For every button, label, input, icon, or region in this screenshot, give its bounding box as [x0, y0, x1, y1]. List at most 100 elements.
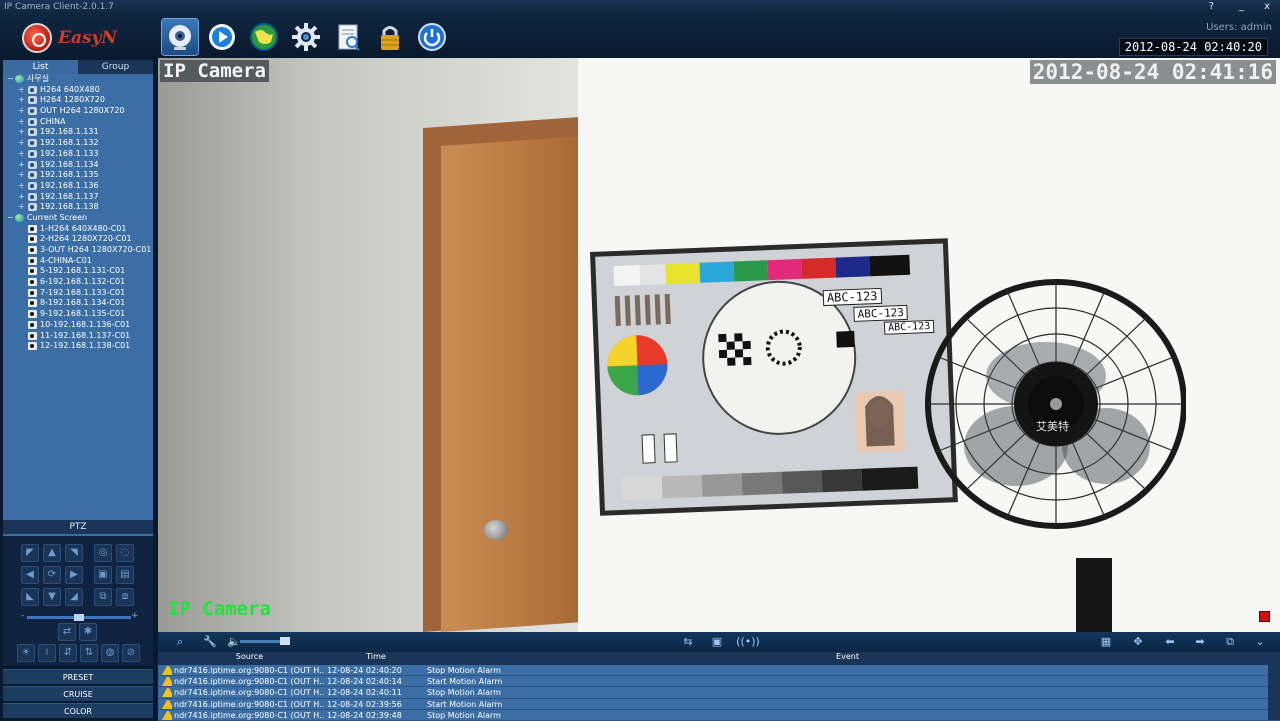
ptz-speed-slider[interactable]: [27, 614, 131, 621]
wrench-icon[interactable]: 🔧: [198, 634, 222, 650]
snapshot-icon[interactable]: ▣: [705, 634, 729, 650]
event-row[interactable]: ndr7416.iptime.org:9080-C1 (OUT H... 12-0…: [158, 687, 1280, 699]
expand-toggle-icon[interactable]: +: [18, 106, 25, 117]
layout-grid-icon[interactable]: ▦: [1094, 634, 1118, 650]
mirror-button[interactable]: ⇅: [80, 644, 98, 662]
iris-open-button[interactable]: ⧉: [94, 588, 112, 606]
tree-channel-item[interactable]: 5-192.168.1.131-C01: [3, 266, 153, 277]
tree-device-item[interactable]: +192.168.1.131: [3, 127, 153, 138]
tree-channel-item[interactable]: 12-192.168.1.138-C01: [3, 341, 153, 352]
zoom-in-button[interactable]: ◎: [94, 544, 112, 562]
tree-device-item[interactable]: + CHINA: [3, 117, 153, 128]
tree-device-item[interactable]: +192.168.1.134: [3, 160, 153, 171]
ptz-down-right-button[interactable]: ◢: [65, 588, 83, 606]
ptz-up-button[interactable]: ▲: [43, 544, 61, 562]
expand-toggle-icon[interactable]: +: [18, 85, 25, 96]
expand-toggle-icon[interactable]: +: [18, 181, 25, 192]
event-row[interactable]: ndr7416.iptime.org:9080-C1 (OUT H... 12-0…: [158, 665, 1280, 677]
tree-channel-item[interactable]: 3-OUT H264 1280X720-C01: [3, 245, 153, 256]
tree-device-item[interactable]: + H264 1280X720: [3, 95, 153, 106]
prev-page-icon[interactable]: ⬅: [1158, 634, 1182, 650]
settings-button[interactable]: [287, 18, 325, 56]
column-time[interactable]: Time: [325, 652, 425, 665]
lock-button[interactable]: [371, 18, 409, 56]
expand-toggle-icon[interactable]: +: [18, 95, 25, 106]
zoom-out-button[interactable]: ◌: [116, 544, 134, 562]
cycle-icon[interactable]: ⧉: [1218, 634, 1242, 650]
tree-group[interactable]: − Current Screen: [3, 213, 153, 224]
expand-toggle-icon[interactable]: +: [18, 160, 25, 171]
ptz-config-button[interactable]: ✱: [79, 623, 97, 641]
expand-toggle-icon[interactable]: +: [18, 149, 25, 160]
help-button[interactable]: ?: [1209, 1, 1214, 12]
record-indicator-icon[interactable]: [1259, 611, 1270, 622]
focus-near-button[interactable]: ▣: [94, 566, 112, 584]
live-view-button[interactable]: [161, 18, 199, 56]
tree-group[interactable]: − 사무실: [3, 74, 153, 85]
slider-knob[interactable]: [74, 614, 84, 621]
tree-channel-item[interactable]: 1-H264 640X480-C01: [3, 224, 153, 235]
tree-channel-item[interactable]: 9-192.168.1.135-C01: [3, 309, 153, 320]
tree-channel-item[interactable]: 7-192.168.1.133-C01: [3, 288, 153, 299]
flip-button[interactable]: ⇵: [59, 644, 77, 662]
tree-device-item[interactable]: +192.168.1.132: [3, 138, 153, 149]
event-row[interactable]: ndr7416.iptime.org:9080-C1 (OUT H... 12-0…: [158, 709, 1280, 721]
collapse-toggle-icon[interactable]: −: [7, 213, 14, 224]
tree-device-item[interactable]: +192.168.1.138: [3, 202, 153, 213]
focus-far-button[interactable]: ▤: [116, 566, 134, 584]
ptz-swap-button[interactable]: ⇄: [58, 623, 76, 641]
talk-icon[interactable]: ((•)): [736, 634, 760, 650]
expand-toggle-icon[interactable]: +: [18, 192, 25, 203]
ptz-left-button[interactable]: ◀: [21, 566, 39, 584]
expand-toggle-icon[interactable]: +: [18, 202, 25, 213]
tree-channel-item[interactable]: 4-CHINA-C01: [3, 256, 153, 267]
ptz-down-left-button[interactable]: ◣: [21, 588, 39, 606]
cruise-button[interactable]: CRUISE: [3, 686, 153, 701]
search-icon[interactable]: ⌕: [168, 634, 192, 650]
tree-channel-item[interactable]: 11-192.168.1.137-C01: [3, 331, 153, 342]
tab-group[interactable]: Group: [78, 60, 153, 74]
next-page-icon[interactable]: ➡: [1188, 634, 1212, 650]
close-button[interactable]: x: [1264, 1, 1270, 12]
collapse-icon[interactable]: ⌄: [1248, 634, 1272, 650]
event-row[interactable]: ndr7416.iptime.org:9080-C1 (OUT H... 12-0…: [158, 698, 1280, 710]
ptz-up-right-button[interactable]: ◥: [65, 544, 83, 562]
tab-list[interactable]: List: [3, 60, 78, 74]
column-event[interactable]: Event: [425, 652, 1268, 665]
tree-channel-item[interactable]: 10-192.168.1.136-C01: [3, 320, 153, 331]
expand-toggle-icon[interactable]: +: [18, 138, 25, 149]
expand-toggle-icon[interactable]: +: [18, 117, 25, 128]
wiper-button[interactable]: ⏽: [38, 644, 56, 662]
iris-close-button[interactable]: ⧈: [116, 588, 134, 606]
fullscreen-icon[interactable]: ✥: [1126, 634, 1150, 650]
tree-device-item[interactable]: +192.168.1.136: [3, 181, 153, 192]
event-row[interactable]: ndr7416.iptime.org:9080-C1 (OUT H... 12-0…: [158, 676, 1280, 688]
expand-toggle-icon[interactable]: +: [18, 170, 25, 181]
ptz-center-button[interactable]: ⟳: [43, 566, 61, 584]
emap-button[interactable]: [245, 18, 283, 56]
ptz-down-button[interactable]: ▼: [43, 588, 61, 606]
ptz-right-button[interactable]: ▶: [65, 566, 83, 584]
preset-button[interactable]: PRESET: [3, 669, 153, 684]
event-log-scrollbar[interactable]: [1268, 652, 1280, 720]
tree-channel-item[interactable]: 2-H264 1280X720-C01: [3, 234, 153, 245]
tree-device-item[interactable]: +192.168.1.133: [3, 149, 153, 160]
playback-button[interactable]: [203, 18, 241, 56]
microphone-icon[interactable]: ⇆: [676, 634, 700, 650]
tree-device-item[interactable]: + OUT H264 1280X720: [3, 106, 153, 117]
tree-device-item[interactable]: + H264 640X480: [3, 85, 153, 96]
tree-channel-item[interactable]: 8-192.168.1.134-C01: [3, 298, 153, 309]
log-button[interactable]: [329, 18, 367, 56]
camera-video-view[interactable]: ABC-123 ABC-123 ABC-123 艾美特 IP Camera 20…: [158, 58, 1280, 632]
power-button[interactable]: [413, 18, 451, 56]
light-button[interactable]: ☀: [17, 644, 35, 662]
auto-scan-button[interactable]: ◍: [101, 644, 119, 662]
minimize-button[interactable]: _: [1239, 1, 1244, 12]
expand-toggle-icon[interactable]: +: [18, 127, 25, 138]
stop-scan-button[interactable]: ⊘: [122, 644, 140, 662]
collapse-toggle-icon[interactable]: −: [7, 74, 14, 85]
color-button[interactable]: COLOR: [3, 703, 153, 718]
tree-device-item[interactable]: +192.168.1.137: [3, 192, 153, 203]
tree-channel-item[interactable]: 6-192.168.1.132-C01: [3, 277, 153, 288]
volume-knob[interactable]: [280, 637, 290, 645]
